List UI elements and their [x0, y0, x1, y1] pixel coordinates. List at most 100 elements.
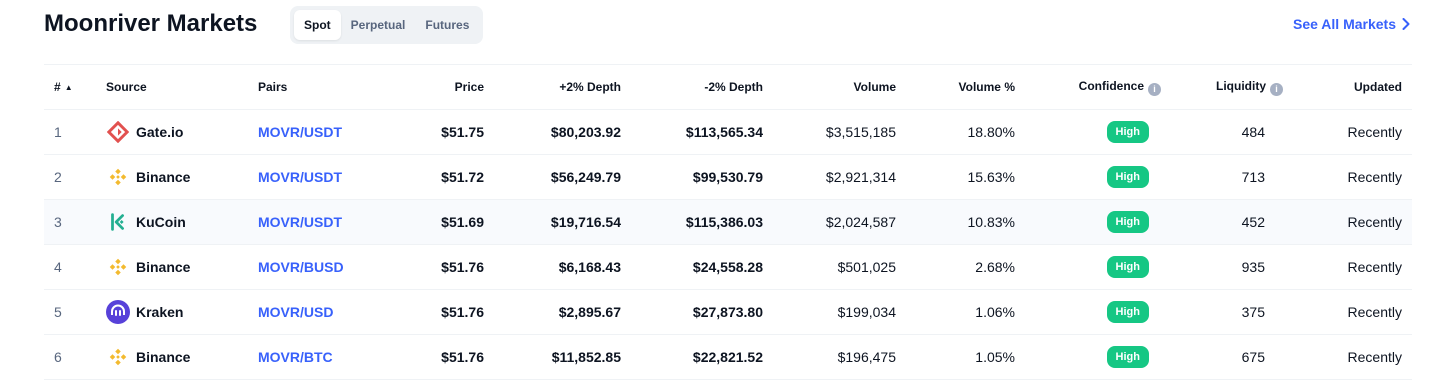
- row-confidence: High: [1015, 109, 1161, 155]
- row-depth-minus: $27,873.80: [621, 289, 763, 335]
- col-depth-plus-header[interactable]: +2% Depth: [484, 64, 621, 110]
- row-confidence: High: [1015, 244, 1161, 290]
- col-volume-header[interactable]: Volume: [763, 64, 896, 110]
- table-row[interactable]: 2 Binance MOVR/USDT $51.72 $56,249.79 $99,530…: [44, 154, 1412, 200]
- row-confidence: High: [1015, 154, 1161, 200]
- row-source[interactable]: Binance: [106, 244, 258, 290]
- row-source-name: Binance: [136, 349, 191, 365]
- row-updated: Recently: [1295, 334, 1412, 380]
- col-depth-minus-header[interactable]: -2% Depth: [621, 64, 763, 110]
- row-liquidity: 452: [1161, 199, 1295, 245]
- row-depth-minus: $22,821.52: [621, 334, 763, 380]
- confidence-badge: High: [1106, 256, 1149, 278]
- row-liquidity: 713: [1161, 154, 1295, 200]
- row-updated: Recently: [1295, 109, 1412, 155]
- table-row[interactable]: 3 KuCoin MOVR/USDT $51.69 $19,716.54 $115,386…: [44, 199, 1412, 245]
- info-icon[interactable]: i: [1148, 82, 1161, 96]
- col-updated-header[interactable]: Updated: [1295, 64, 1412, 110]
- row-pair-link[interactable]: MOVR/USDT: [258, 154, 388, 200]
- markets-table: # ▲ Source Pairs Price +2% Depth -2% Dept…: [44, 64, 1412, 380]
- row-source-name: Kraken: [136, 304, 184, 320]
- row-depth-plus: $11,852.85: [484, 334, 621, 380]
- confidence-badge: High: [1106, 121, 1149, 143]
- see-all-markets-link[interactable]: See All Markets: [1293, 16, 1410, 32]
- confidence-badge: High: [1106, 346, 1149, 368]
- row-updated: Recently: [1295, 244, 1412, 290]
- row-updated: Recently: [1295, 289, 1412, 335]
- confidence-badge: High: [1106, 211, 1149, 233]
- market-type-tabs: Spot Perpetual Futures: [290, 6, 483, 44]
- info-icon[interactable]: i: [1270, 82, 1283, 96]
- row-pair-link[interactable]: MOVR/BTC: [258, 334, 388, 380]
- row-rank: 6: [44, 334, 106, 380]
- row-rank: 1: [44, 109, 106, 155]
- row-volume-pct: 10.83%: [896, 199, 1015, 245]
- row-volume: $501,025: [763, 244, 896, 290]
- row-price: $51.76: [388, 244, 484, 290]
- row-liquidity: 935: [1161, 244, 1295, 290]
- row-price: $51.76: [388, 289, 484, 335]
- tab-futures[interactable]: Futures: [415, 10, 479, 40]
- binance-logo-icon: [106, 255, 130, 279]
- row-depth-plus: $2,895.67: [484, 289, 621, 335]
- row-source-name: Binance: [136, 169, 191, 185]
- row-pair-link[interactable]: MOVR/USDT: [258, 109, 388, 155]
- confidence-badge: High: [1106, 166, 1149, 188]
- row-price: $51.76: [388, 334, 484, 380]
- row-source-name: Binance: [136, 259, 191, 275]
- row-depth-minus: $113,565.34: [621, 109, 763, 155]
- kraken-logo-icon: [106, 300, 130, 324]
- table-row[interactable]: 5 Kraken MOVR/USD $51.76 $2,895.67 $27,873.80…: [44, 289, 1412, 335]
- row-volume: $3,515,185: [763, 109, 896, 155]
- table-row[interactable]: 1 Gate.io MOVR/USDT $51.75 $80,203.92 $113,56…: [44, 109, 1412, 155]
- row-price: $51.75: [388, 109, 484, 155]
- row-volume-pct: 2.68%: [896, 244, 1015, 290]
- row-volume: $199,034: [763, 289, 896, 335]
- row-liquidity: 484: [1161, 109, 1295, 155]
- col-volume-pct-header[interactable]: Volume %: [896, 64, 1015, 110]
- see-all-markets-label: See All Markets: [1293, 16, 1396, 32]
- row-source[interactable]: Binance: [106, 334, 258, 380]
- chevron-right-icon: [1402, 18, 1410, 30]
- row-pair-link[interactable]: MOVR/USD: [258, 289, 388, 335]
- row-updated: Recently: [1295, 199, 1412, 245]
- binance-logo-icon: [106, 165, 130, 189]
- row-source[interactable]: KuCoin: [106, 199, 258, 245]
- row-liquidity: 675: [1161, 334, 1295, 380]
- col-confidence-header[interactable]: Confidence i: [1015, 64, 1161, 110]
- row-price: $51.72: [388, 154, 484, 200]
- tab-perpetual[interactable]: Perpetual: [341, 10, 416, 40]
- col-pairs-header[interactable]: Pairs: [258, 64, 388, 110]
- row-volume: $196,475: [763, 334, 896, 380]
- row-source[interactable]: Binance: [106, 154, 258, 200]
- col-rank-header[interactable]: # ▲: [44, 64, 106, 110]
- row-source[interactable]: Kraken: [106, 289, 258, 335]
- row-depth-plus: $56,249.79: [484, 154, 621, 200]
- col-liquidity-header[interactable]: Liquidity i: [1161, 64, 1295, 110]
- kucoin-logo-icon: [106, 210, 130, 234]
- col-price-header[interactable]: Price: [388, 64, 484, 110]
- sort-asc-icon: ▲: [64, 83, 73, 92]
- gateio-logo-icon: [106, 120, 130, 144]
- row-rank: 5: [44, 289, 106, 335]
- row-depth-minus: $99,530.79: [621, 154, 763, 200]
- row-source[interactable]: Gate.io: [106, 109, 258, 155]
- markets-header: Moonriver Markets Spot Perpetual Futures…: [44, 6, 1410, 46]
- table-row[interactable]: 4 Binance MOVR/BUSD $51.76 $6,168.43 $24,558.…: [44, 244, 1412, 290]
- col-source-header[interactable]: Source: [106, 64, 258, 110]
- row-pair-link[interactable]: MOVR/USDT: [258, 199, 388, 245]
- row-rank: 4: [44, 244, 106, 290]
- page-title: Moonriver Markets: [44, 10, 258, 37]
- binance-logo-icon: [106, 345, 130, 369]
- row-depth-plus: $6,168.43: [484, 244, 621, 290]
- table-row[interactable]: 6 Binance MOVR/BTC $51.76 $11,852.85 $22,821.…: [44, 334, 1412, 380]
- row-depth-minus: $24,558.28: [621, 244, 763, 290]
- row-rank: 2: [44, 154, 106, 200]
- row-source-name: KuCoin: [136, 214, 186, 230]
- confidence-badge: High: [1106, 301, 1149, 323]
- row-volume-pct: 15.63%: [896, 154, 1015, 200]
- row-confidence: High: [1015, 199, 1161, 245]
- tab-spot[interactable]: Spot: [294, 10, 341, 40]
- row-volume: $2,024,587: [763, 199, 896, 245]
- row-pair-link[interactable]: MOVR/BUSD: [258, 244, 388, 290]
